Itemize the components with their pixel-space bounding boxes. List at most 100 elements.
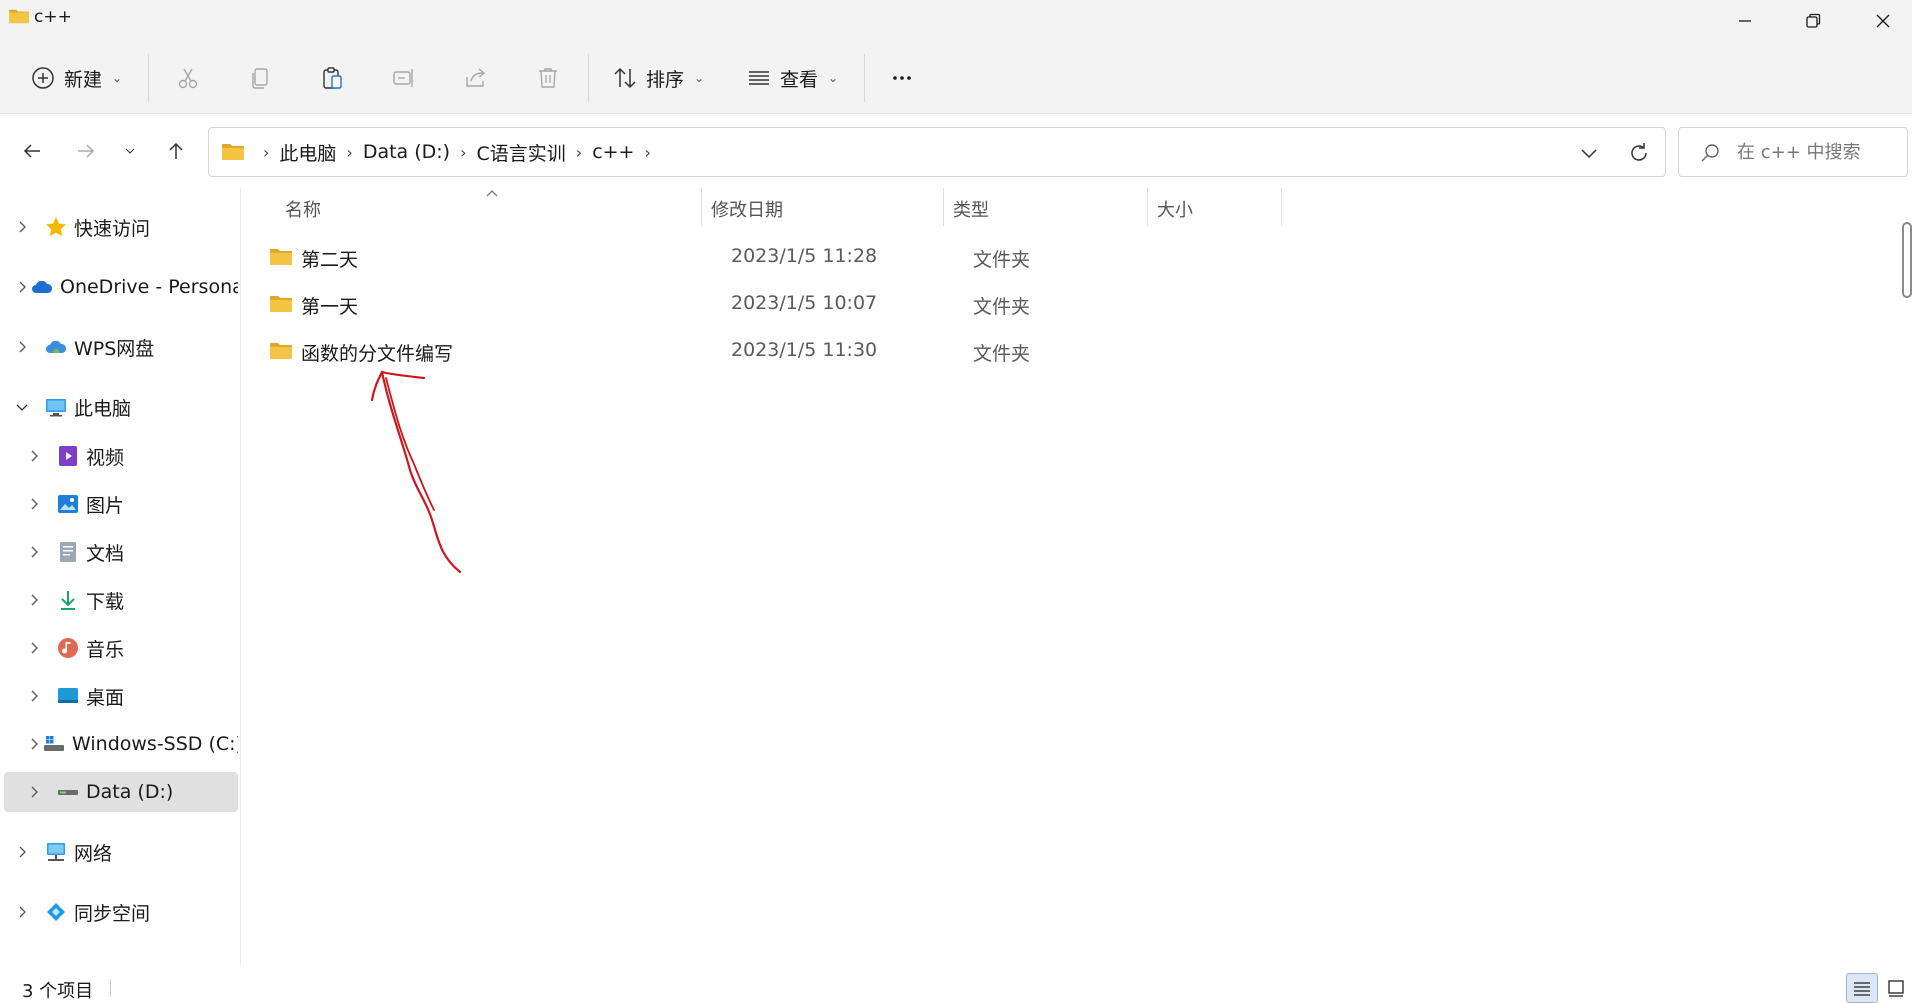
address-history-chevron-icon[interactable] [1575,139,1603,167]
close-button[interactable] [1848,0,1912,42]
sidebar-item-label: 视频 [86,446,125,469]
status-bar: 3 个项目 [0,965,1912,1003]
folder-icon [270,343,292,359]
minimize-button[interactable] [1710,0,1780,42]
column-header-name[interactable]: 名称 [277,188,737,230]
vertical-scrollbar[interactable] [1902,222,1912,298]
breadcrumb-chevron-icon[interactable]: › [576,143,582,162]
chevron-right-icon[interactable] [26,496,42,512]
share-icon [466,68,486,87]
view-icon [749,71,769,85]
column-header-type[interactable]: 类型 [945,188,1147,230]
chevron-right-icon[interactable] [26,592,42,608]
sidebar-item-label: 网络 [74,842,113,865]
more-icon [893,76,911,80]
sidebar-item-label: 下载 [86,590,125,613]
chevron-right-icon[interactable] [14,219,30,235]
video-icon [59,446,77,466]
copy-button[interactable] [238,56,282,100]
sidebar-item-music[interactable]: 音乐 [4,628,238,668]
maximize-button[interactable] [1778,0,1848,42]
chevron-down-icon[interactable] [14,399,30,415]
details-view-button[interactable] [1846,973,1878,1003]
sidebar-item-downloads[interactable]: 下载 [4,580,238,620]
column-header-modified[interactable]: 修改日期 [703,188,945,230]
column-resize-handle[interactable] [1147,188,1148,226]
sidebar-item-videos[interactable]: 视频 [4,436,238,476]
breadcrumb-item[interactable]: Data (D:) [363,141,450,163]
chevron-right-icon[interactable] [26,544,42,560]
arrow-right-icon [78,144,95,158]
chevron-right-icon[interactable] [26,688,42,704]
view-button[interactable]: 查看 ⌄ [740,52,844,104]
new-label: 新建 [64,68,103,91]
back-button[interactable] [10,129,54,173]
sidebar-item-this-pc[interactable]: 此电脑 [4,387,238,427]
paste-button[interactable] [310,56,354,100]
forward-button[interactable] [64,129,108,173]
chevron-right-icon[interactable] [14,339,30,355]
documents-icon [60,542,76,562]
sort-icon [614,67,636,89]
chevron-right-icon[interactable] [14,904,30,920]
address-bar[interactable]: › 此电脑 › Data (D:) › C语言实训 › c++ › [208,127,1666,177]
breadcrumb-item[interactable]: C语言实训 [477,139,566,166]
arrow-up-icon [169,142,183,159]
chevron-right-icon[interactable] [26,736,42,752]
file-row[interactable]: 第二天 2023/1/5 11:28 文件夹 [261,235,1311,281]
file-row[interactable]: 第一天 2023/1/5 10:07 文件夹 [261,282,1311,328]
column-resize-handle[interactable] [1281,188,1282,226]
delete-button[interactable] [526,56,570,100]
sidebar-item-drive-d[interactable]: Data (D:) [4,772,238,812]
chevron-down-icon: ⌄ [694,71,705,85]
sidebar-item-drive-c[interactable]: Windows-SSD (C:) [4,724,238,764]
breadcrumb-item[interactable]: 此电脑 [279,139,336,166]
new-button[interactable]: 新建 ⌄ [24,52,128,104]
breadcrumb-item[interactable]: c++ [592,141,634,163]
folder-icon [270,296,292,312]
cut-button[interactable] [166,56,210,100]
chevron-right-icon[interactable] [14,279,30,295]
chevron-right-icon[interactable] [14,844,30,860]
up-button[interactable] [154,129,198,173]
chevron-right-icon[interactable] [26,640,42,656]
cut-icon [178,68,198,89]
sidebar-item-network[interactable]: 网络 [4,832,238,872]
minimize-icon [1739,20,1751,22]
sort-button[interactable]: 排序 ⌄ [606,52,710,104]
breadcrumb-chevron-icon[interactable]: › [460,143,466,162]
search-box[interactable] [1678,127,1908,177]
file-name: 第二天 [301,249,359,271]
toolbar-divider [588,54,589,102]
sidebar-item-desktop[interactable]: 桌面 [4,676,238,716]
column-header-size[interactable]: 大小 [1149,188,1281,230]
refresh-icon[interactable] [1625,139,1653,167]
column-header-label: 名称 [285,200,321,221]
chevron-down-icon [125,148,135,154]
sidebar-item-label: 同步空间 [74,902,151,925]
search-input[interactable] [1737,138,1902,166]
breadcrumb-chevron-icon[interactable]: › [644,143,650,162]
share-button[interactable] [454,56,498,100]
sidebar-item-documents[interactable]: 文档 [4,532,238,572]
file-modified: 2023/1/5 10:07 [731,292,878,314]
sidebar-item-quick-access[interactable]: 快速访问 [4,207,238,247]
breadcrumb-chevron-icon[interactable]: › [346,143,352,162]
chevron-right-icon[interactable] [26,784,42,800]
rename-button[interactable] [382,56,426,100]
sidebar-item-sync-space[interactable]: 同步空间 [4,892,238,932]
drive-c-icon [44,736,64,751]
sidebar-item-pictures[interactable]: 图片 [4,484,238,524]
sidebar-item-onedrive[interactable]: OneDrive - Personal [4,267,238,307]
recent-locations-button[interactable] [108,129,152,173]
column-resize-handle[interactable] [943,188,944,226]
toolbar-divider [864,54,865,102]
more-options-button[interactable] [880,56,924,100]
download-icon [61,591,75,610]
sidebar-item-wps-cloud[interactable]: WPS网盘 [4,327,238,367]
chevron-right-icon[interactable] [26,448,42,464]
column-resize-handle[interactable] [701,188,702,226]
column-header-label: 修改日期 [711,200,783,221]
column-header-label: 类型 [953,200,989,221]
large-icons-view-button[interactable] [1880,973,1912,1003]
